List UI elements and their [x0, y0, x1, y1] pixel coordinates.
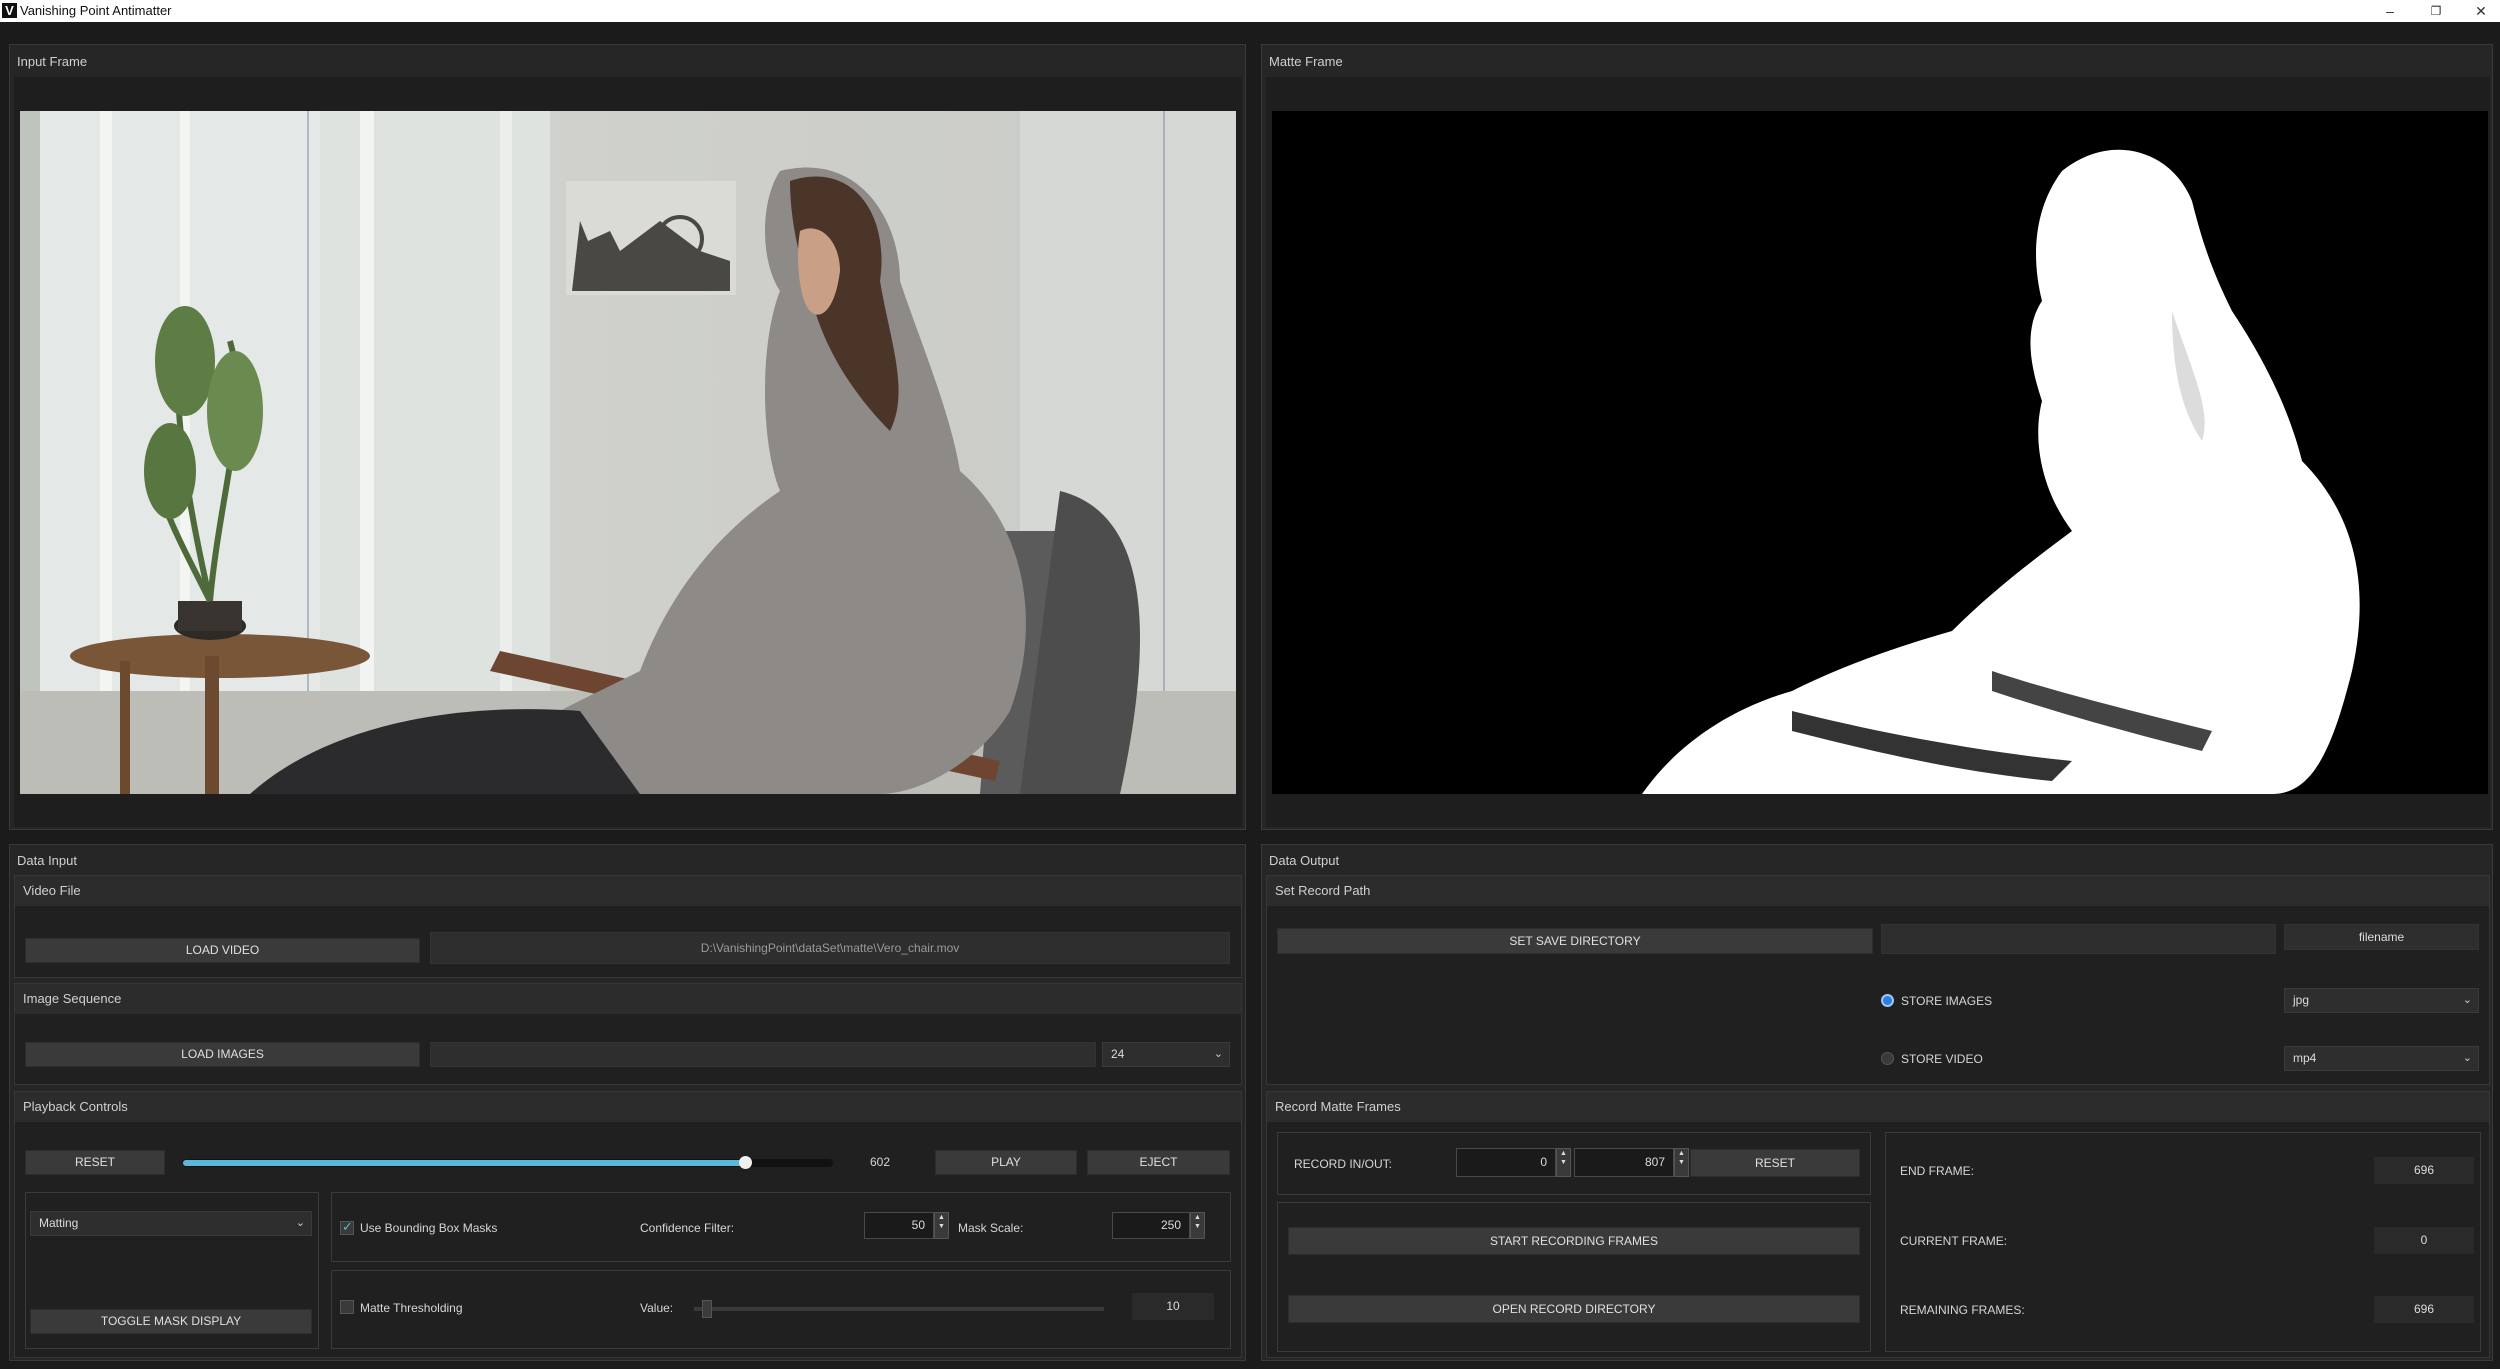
confidence-filter-input[interactable]: 50: [864, 1212, 934, 1239]
record-inout-label: RECORD IN/OUT:: [1294, 1157, 1393, 1171]
matte-frame-image: [1272, 111, 2488, 794]
record-matte-group: Record Matte Frames RECORD IN/OUT: 0 ▲ ▼ …: [1266, 1091, 2490, 1358]
close-button[interactable]: ✕: [2458, 0, 2500, 22]
data-input-title: Data Input: [17, 853, 77, 868]
threshold-value-label: Value:: [640, 1301, 674, 1315]
video-path-field[interactable]: D:\VanishingPoint\dataSet\matte\Vero_cha…: [430, 932, 1230, 964]
video-format-select[interactable]: mp4 ⌄: [2284, 1046, 2479, 1071]
frame-number-label: 602: [870, 1155, 891, 1169]
matte-threshold-checkbox[interactable]: [340, 1300, 354, 1314]
image-sequence-header: Image Sequence: [15, 984, 1241, 1014]
store-images-radio[interactable]: [1881, 994, 1894, 1007]
store-video-radio[interactable]: [1881, 1052, 1894, 1065]
record-in-input[interactable]: 0: [1456, 1148, 1556, 1177]
play-button[interactable]: PLAY: [935, 1150, 1077, 1175]
video-file-header: Video File: [15, 876, 1241, 906]
record-matte-header: Record Matte Frames: [1267, 1092, 2489, 1122]
current-frame-label: CURRENT FRAME:: [1900, 1234, 2008, 1248]
chevron-down-icon: ⌄: [2462, 1052, 2472, 1064]
input-frame-image: [20, 111, 1236, 794]
store-images-label: STORE IMAGES: [1901, 994, 1993, 1008]
remaining-frames-label: REMAINING FRAMES:: [1900, 1303, 2025, 1317]
image-sequence-group: Image Sequence LOAD IMAGES 24 ⌄: [14, 983, 1242, 1085]
frame-stats-subgroup: END FRAME: 696 CURRENT FRAME: 0 REMAININ…: [1885, 1132, 2481, 1352]
input-frame-viewport: [14, 77, 1242, 827]
mask-scale-label: Mask Scale:: [958, 1221, 1024, 1235]
input-frame-title: Input Frame: [17, 54, 88, 69]
data-output-panel: Data Output Set Record Path SET SAVE DIR…: [1261, 844, 2493, 1361]
mode-select[interactable]: Matting ⌄: [30, 1211, 312, 1236]
bounding-box-subgroup: ✓ Use Bounding Box Masks Confidence Filt…: [331, 1192, 1231, 1262]
save-directory-field[interactable]: [1881, 924, 2276, 954]
load-video-button[interactable]: LOAD VIDEO: [25, 938, 420, 963]
confidence-stepper[interactable]: ▲ ▼: [934, 1212, 949, 1239]
mode-subgroup: Matting ⌄ TOGGLE MASK DISPLAY: [25, 1192, 319, 1349]
checkmark-icon: ✓: [342, 1219, 353, 1234]
record-reset-button[interactable]: RESET: [1690, 1149, 1860, 1177]
playback-controls-header: Playback Controls: [15, 1092, 1241, 1122]
input-frame-panel: Input Frame: [9, 44, 1246, 830]
use-bbox-label: Use Bounding Box Masks: [360, 1221, 498, 1235]
record-path-group: Set Record Path SET SAVE DIRECTORY filen…: [1266, 875, 2490, 1085]
mask-scale-input[interactable]: 250: [1112, 1212, 1190, 1239]
end-frame-label: END FRAME:: [1900, 1164, 1975, 1178]
mode-value: Matting: [39, 1216, 79, 1230]
frame-slider-fill: [183, 1160, 745, 1166]
matte-frame-title: Matte Frame: [1269, 54, 1343, 69]
image-sequence-path-field[interactable]: [430, 1042, 1096, 1067]
remaining-frames-value: 696: [2374, 1296, 2474, 1323]
record-in-stepper[interactable]: ▲ ▼: [1556, 1148, 1571, 1177]
video-file-group: Video File LOAD VIDEO D:\VanishingPoint\…: [14, 875, 1242, 978]
threshold-slider[interactable]: [694, 1300, 1104, 1318]
minimize-button[interactable]: –: [2367, 0, 2413, 22]
fps-select[interactable]: 24 ⌄: [1102, 1042, 1230, 1067]
filename-field[interactable]: filename: [2284, 924, 2479, 950]
data-input-panel: Data Input Video File LOAD VIDEO D:\Vani…: [9, 844, 1246, 1361]
playback-controls-group: Playback Controls RESET 602 PLAY EJECT M…: [14, 1091, 1242, 1358]
video-format-value: mp4: [2293, 1051, 2317, 1065]
record-out-input[interactable]: 807: [1574, 1148, 1674, 1177]
mask-scale-stepper[interactable]: ▲ ▼: [1190, 1212, 1205, 1239]
confidence-filter-label: Confidence Filter:: [640, 1221, 735, 1235]
record-inout-subgroup: RECORD IN/OUT: 0 ▲ ▼ 807 ▲ ▼ RESET: [1277, 1132, 1871, 1195]
use-bbox-checkbox[interactable]: ✓: [340, 1219, 354, 1235]
fps-value: 24: [1111, 1047, 1125, 1061]
image-format-value: jpg: [2293, 993, 2310, 1007]
chevron-down-icon: ⌄: [1213, 1048, 1223, 1060]
record-path-header: Set Record Path: [1267, 876, 2489, 906]
end-frame-value: 696: [2374, 1157, 2474, 1184]
store-video-label: STORE VIDEO: [1901, 1052, 1983, 1066]
playback-reset-button[interactable]: RESET: [25, 1150, 165, 1175]
app-logo-icon: V: [2, 3, 17, 18]
matte-frame-panel: Matte Frame: [1261, 44, 2493, 830]
frame-slider[interactable]: [183, 1156, 833, 1169]
image-format-select[interactable]: jpg ⌄: [2284, 988, 2479, 1013]
toggle-mask-display-button[interactable]: TOGGLE MASK DISPLAY: [30, 1309, 312, 1334]
matte-threshold-label: Matte Thresholding: [360, 1301, 463, 1315]
threshold-slider-handle[interactable]: [702, 1300, 712, 1318]
chevron-down-icon: ⌄: [2462, 994, 2472, 1006]
frame-slider-handle[interactable]: [739, 1156, 752, 1169]
eject-button[interactable]: EJECT: [1087, 1150, 1230, 1175]
start-recording-button[interactable]: START RECORDING FRAMES: [1288, 1227, 1860, 1255]
threshold-value-box[interactable]: 10: [1132, 1293, 1214, 1320]
current-frame-value: 0: [2374, 1227, 2474, 1254]
matte-threshold-subgroup: Matte Thresholding Value: 10: [331, 1270, 1231, 1349]
restore-button[interactable]: ❐: [2413, 0, 2459, 22]
window-title: Vanishing Point Antimatter: [20, 3, 172, 18]
title-bar: V Vanishing Point Antimatter – ❐ ✕: [0, 0, 2500, 22]
chevron-down-icon: ⌄: [295, 1217, 305, 1229]
record-out-stepper[interactable]: ▲ ▼: [1674, 1148, 1689, 1177]
open-record-directory-button[interactable]: OPEN RECORD DIRECTORY: [1288, 1295, 1860, 1323]
record-actions-subgroup: START RECORDING FRAMES OPEN RECORD DIREC…: [1277, 1202, 1871, 1352]
matte-frame-viewport: [1266, 77, 2490, 827]
set-save-directory-button[interactable]: SET SAVE DIRECTORY: [1277, 928, 1873, 954]
load-images-button[interactable]: LOAD IMAGES: [25, 1042, 420, 1067]
data-output-title: Data Output: [1269, 853, 1340, 868]
